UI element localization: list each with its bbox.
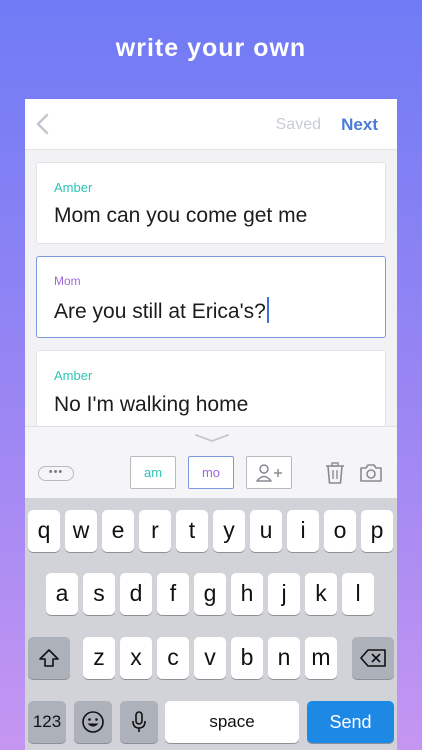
key-d[interactable]: d [120,573,152,615]
message-card-1[interactable]: Amber Mom can you come get me [36,162,386,244]
key-n[interactable]: n [268,637,300,679]
saved-status: Saved [275,116,321,133]
shift-icon [39,649,59,667]
text-cursor [266,297,269,323]
emoji-key[interactable] [74,701,112,743]
handle-chevron-icon[interactable] [194,432,230,444]
key-y[interactable]: y [213,510,245,552]
key-s[interactable]: s [83,573,115,615]
key-p[interactable]: p [361,510,393,552]
add-person-button[interactable] [246,456,292,489]
key-i[interactable]: i [287,510,319,552]
delete-key[interactable] [352,637,394,679]
key-b[interactable]: b [231,637,263,679]
key-u[interactable]: u [250,510,282,552]
microphone-icon [132,711,146,732]
send-key[interactable]: Send [307,701,394,743]
key-g[interactable]: g [194,573,226,615]
key-k[interactable]: k [305,573,337,615]
next-button[interactable]: Next [341,115,378,135]
composer-toolbar: ••• am mo [25,426,397,498]
message-text: Mom can you come get me [54,204,308,227]
key-x[interactable]: x [120,637,152,679]
more-button[interactable]: ••• [38,466,74,481]
emoji-icon [82,711,104,733]
dictation-key[interactable] [120,701,158,743]
key-v[interactable]: v [194,637,226,679]
key-q[interactable]: q [28,510,60,552]
space-key[interactable]: space [165,701,299,743]
shift-key[interactable] [28,637,70,679]
key-t[interactable]: t [176,510,208,552]
message-sender: Amber [54,180,93,195]
app-screen: Saved Next Amber Mom can you come get me… [25,99,397,750]
key-w[interactable]: w [65,510,97,552]
key-c[interactable]: c [157,637,189,679]
message-sender: Amber [54,368,93,383]
sender-chip-mo[interactable]: mo [188,456,234,489]
add-person-icon [256,464,282,482]
key-j[interactable]: j [268,573,300,615]
message-text: Are you still at Erica's? [54,300,266,323]
key-a[interactable]: a [46,573,78,615]
message-input[interactable]: Are you still at Erica's? [54,297,269,324]
key-f[interactable]: f [157,573,189,615]
keyboard: q w e r t y u i o p a s d f g h j k l z … [25,498,397,750]
key-m[interactable]: m [305,637,337,679]
key-l[interactable]: l [342,573,374,615]
message-text: No I'm walking home [54,393,249,416]
key-e[interactable]: e [102,510,134,552]
navigation-bar: Saved Next [25,99,397,150]
key-o[interactable]: o [324,510,356,552]
back-chevron-icon[interactable] [35,113,51,135]
key-h[interactable]: h [231,573,263,615]
sender-chip-am[interactable]: am [130,456,176,489]
key-z[interactable]: z [83,637,115,679]
camera-icon[interactable] [359,461,383,485]
trash-icon[interactable] [323,461,347,485]
message-card-2[interactable]: Mom Are you still at Erica's? [36,256,386,338]
backspace-icon [360,649,386,667]
key-r[interactable]: r [139,510,171,552]
numbers-key[interactable]: 123 [28,701,66,743]
headline: write your own [115,34,307,62]
message-sender: Mom [54,274,81,288]
